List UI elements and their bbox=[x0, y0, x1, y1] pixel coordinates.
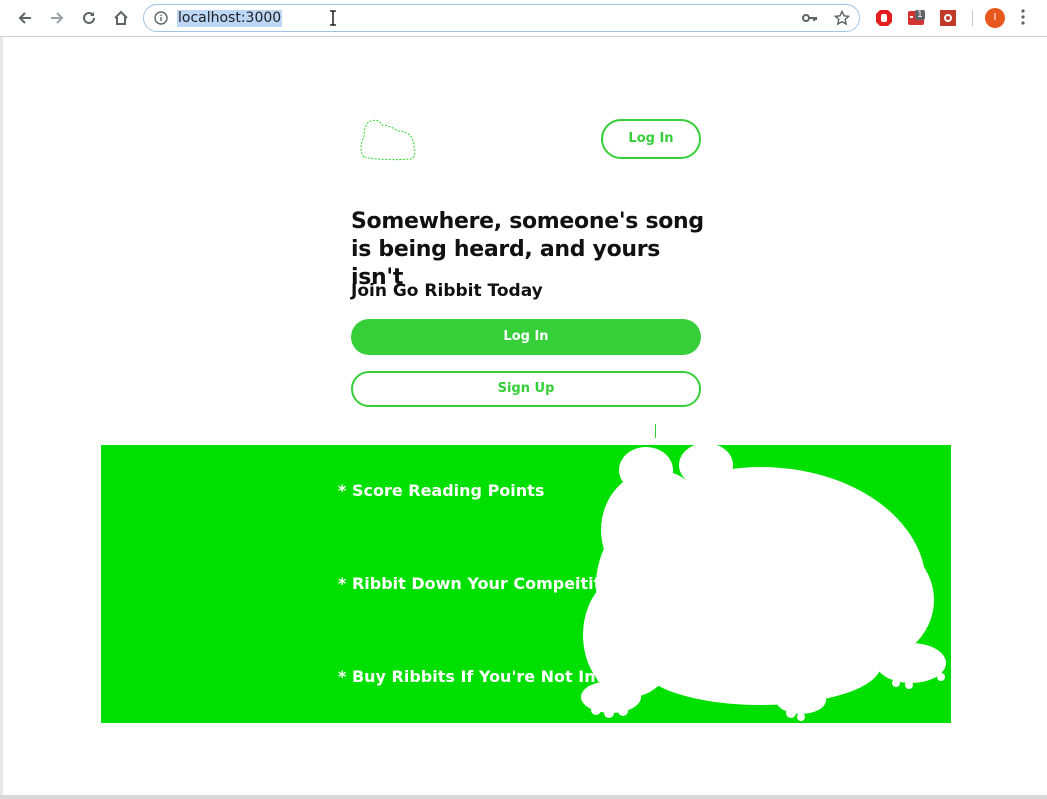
page-left-border bbox=[0, 37, 3, 799]
browser-toolbar: localhost:3000 1 I bbox=[0, 0, 1047, 37]
features-banner: * Score Reading Points * Ribbit Down You… bbox=[101, 445, 951, 723]
bookmark-star-icon[interactable] bbox=[834, 10, 850, 26]
reload-button[interactable] bbox=[77, 6, 101, 30]
forward-arrow-icon bbox=[51, 12, 64, 24]
reload-icon bbox=[83, 11, 95, 24]
signup-button[interactable]: Sign Up bbox=[351, 371, 701, 407]
extension-with-badge[interactable]: 1 bbox=[907, 0, 931, 36]
toolbar-separator bbox=[972, 10, 973, 26]
login-button[interactable]: Log In bbox=[351, 319, 701, 355]
adblock-extension-icon[interactable] bbox=[875, 9, 893, 27]
home-button[interactable] bbox=[109, 6, 133, 30]
extension-badge: 1 bbox=[915, 10, 925, 20]
more-menu-icon[interactable] bbox=[1021, 9, 1025, 25]
back-button[interactable] bbox=[13, 6, 37, 30]
headline-line-1: Somewhere, someone's song bbox=[351, 209, 704, 234]
feature-item-2: * Ribbit Down Your Compeititon bbox=[338, 574, 624, 593]
feature-item-3: * Buy Ribbits If You're Not Interesting bbox=[338, 667, 679, 686]
address-bar[interactable]: localhost:3000 bbox=[143, 4, 860, 32]
feature-item-1: * Score Reading Points bbox=[338, 481, 545, 500]
home-icon bbox=[114, 10, 128, 25]
frog-logo-icon[interactable] bbox=[358, 117, 418, 161]
decorative-tick bbox=[655, 424, 656, 438]
header-login-button[interactable]: Log In bbox=[601, 119, 701, 159]
forward-button[interactable] bbox=[45, 6, 69, 30]
hero-headline: Somewhere, someone's song is being heard… bbox=[351, 208, 711, 292]
join-subheading: Join Go Ribbit Today bbox=[351, 281, 543, 301]
page-bottom-edge bbox=[0, 795, 1047, 799]
info-icon[interactable] bbox=[154, 11, 168, 25]
key-icon[interactable] bbox=[802, 12, 818, 24]
puzzle-extension-icon[interactable] bbox=[939, 9, 957, 27]
text-cursor-icon bbox=[330, 10, 336, 26]
back-arrow-icon bbox=[18, 12, 31, 24]
profile-avatar[interactable]: I bbox=[985, 8, 1005, 28]
url-text[interactable]: localhost:3000 bbox=[177, 10, 283, 27]
